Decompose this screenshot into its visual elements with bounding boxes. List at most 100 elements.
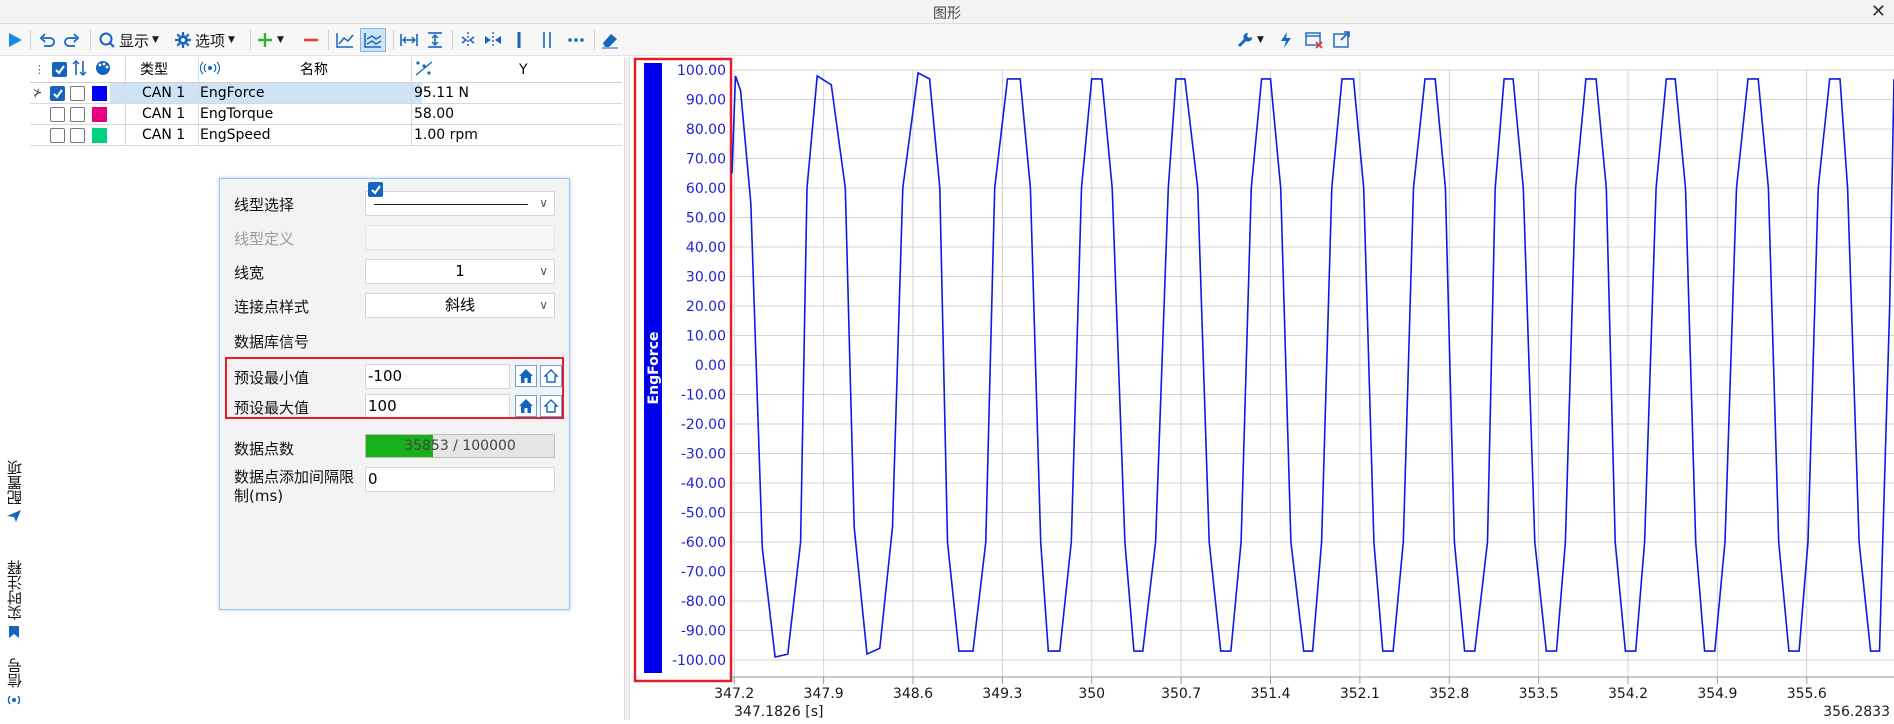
chevron-down-icon: ▼ bbox=[152, 35, 159, 45]
graph-area[interactable]: EngForce 100.00 90.00 80.00 70.00 60.00 50.00 4… bbox=[632, 57, 1894, 720]
x-tick-label: 354.2 bbox=[1608, 686, 1648, 702]
name-column-header[interactable]: 名称 bbox=[300, 57, 328, 83]
force-line-chart[interactable]: EngForce 100.00 90.00 80.00 70.00 60.00 50.00 4… bbox=[632, 57, 1894, 720]
x-tick-label: 349.3 bbox=[982, 686, 1022, 702]
x-tick-label: 352.1 bbox=[1340, 686, 1380, 702]
y-tick-label: -90.00 bbox=[681, 624, 726, 640]
db-signal-checkbox[interactable] bbox=[368, 182, 383, 197]
signal-secondary-checkbox[interactable] bbox=[70, 86, 85, 101]
options-menu-button[interactable]: 选项 ▼ bbox=[174, 28, 235, 52]
lightning-icon[interactable] bbox=[1278, 28, 1294, 52]
column-divider bbox=[411, 57, 412, 82]
column-divider bbox=[125, 104, 126, 124]
compare-icon[interactable] bbox=[483, 28, 503, 52]
remove-signal-button[interactable] bbox=[302, 28, 320, 52]
y-tick-label: -10.00 bbox=[681, 388, 726, 404]
signal-visible-checkbox[interactable] bbox=[50, 86, 65, 101]
palette-icon[interactable] bbox=[94, 57, 112, 83]
add-signal-button[interactable]: ▼ bbox=[256, 28, 284, 52]
toolbar-divider bbox=[594, 30, 595, 50]
cursor-line-icon[interactable] bbox=[514, 28, 524, 52]
y-column-header[interactable]: Y bbox=[519, 57, 528, 83]
toolbar-divider bbox=[30, 30, 31, 50]
connector-style-label: 连接点样式 bbox=[234, 298, 310, 316]
fit-vertical-icon[interactable] bbox=[425, 28, 445, 52]
x-tick-label: 350 bbox=[1078, 686, 1105, 702]
line-width-label: 线宽 bbox=[234, 264, 265, 282]
column-divider bbox=[125, 83, 126, 103]
line-type-select[interactable]: ∨ bbox=[365, 191, 555, 216]
redo-icon[interactable] bbox=[63, 28, 81, 52]
column-divider bbox=[198, 125, 199, 145]
side-tab-bar: 配置项 实时注释 信号 bbox=[0, 460, 28, 720]
eraser-icon[interactable] bbox=[600, 28, 620, 52]
connector-style-select[interactable]: 斜线 ∨ bbox=[365, 293, 555, 318]
pane-splitter[interactable] bbox=[624, 57, 630, 720]
options-menu-label: 选项 bbox=[195, 31, 226, 50]
chevron-down-icon: ∨ bbox=[539, 196, 548, 210]
signal-name: EngForce bbox=[200, 85, 265, 101]
sort-icon[interactable] bbox=[72, 57, 88, 83]
column-divider bbox=[411, 125, 412, 145]
chevron-down-icon: ▼ bbox=[228, 35, 235, 45]
select-all-checkbox[interactable] bbox=[52, 62, 67, 77]
signal-type: CAN 1 bbox=[142, 106, 186, 122]
tab-config[interactable]: 配置项 bbox=[2, 460, 26, 523]
signal-secondary-checkbox[interactable] bbox=[70, 107, 85, 122]
column-divider bbox=[125, 125, 126, 145]
scatter-icon bbox=[413, 57, 435, 83]
signal-color-swatch[interactable] bbox=[92, 107, 107, 122]
y-tick-label: 10.00 bbox=[686, 329, 726, 345]
gear-icon bbox=[175, 32, 191, 48]
chevron-down-icon: ∨ bbox=[539, 264, 548, 278]
line-width-select[interactable]: 1 ∨ bbox=[365, 259, 555, 284]
signal-visible-checkbox[interactable] bbox=[50, 107, 65, 122]
play-icon[interactable] bbox=[6, 28, 24, 52]
undo-icon[interactable] bbox=[38, 28, 56, 52]
signal-color-swatch[interactable] bbox=[92, 128, 107, 143]
signal-row[interactable]: CAN 1 EngSpeed 1.00 rpm bbox=[30, 125, 622, 146]
column-divider bbox=[198, 57, 199, 82]
grid-header: ⋮ 类型 名称 Y bbox=[30, 57, 622, 83]
signal-color-swatch[interactable] bbox=[92, 86, 107, 101]
display-menu-label: 显示 bbox=[119, 31, 150, 50]
signal-secondary-checkbox[interactable] bbox=[70, 128, 85, 143]
signal-grid: ⋮ 类型 名称 Y ⊁ CAN 1 EngForce 95.11 N CAN 1 EngT… bbox=[30, 57, 622, 146]
export-icon[interactable] bbox=[1332, 28, 1352, 52]
column-divider bbox=[125, 57, 126, 82]
tab-signals[interactable]: 信号 bbox=[2, 658, 26, 708]
close-icon[interactable]: ✕ bbox=[1871, 1, 1886, 22]
double-cursor-icon[interactable] bbox=[540, 28, 554, 52]
y-tick-label: -80.00 bbox=[681, 594, 726, 610]
toolbar: 显示 ▼ 选项 ▼ ▼ ▼ bbox=[0, 24, 1894, 56]
signal-row[interactable]: ⊁ CAN 1 EngForce 95.11 N bbox=[30, 83, 622, 104]
column-divider bbox=[198, 104, 199, 124]
signal-name: EngSpeed bbox=[200, 127, 271, 143]
signal-type: CAN 1 bbox=[142, 127, 186, 143]
toolbar-divider bbox=[250, 30, 251, 50]
chevron-down-icon: ▼ bbox=[277, 35, 284, 45]
tab-live-notes[interactable]: 实时注释 bbox=[2, 560, 26, 640]
signal-row[interactable]: CAN 1 EngTorque 58.00 bbox=[30, 104, 622, 125]
column-divider bbox=[411, 83, 412, 103]
display-menu-button[interactable]: 显示 ▼ bbox=[98, 28, 159, 52]
line-chart-icon[interactable] bbox=[335, 28, 355, 52]
toolbar-divider bbox=[452, 30, 453, 50]
multi-line-chart-icon[interactable] bbox=[360, 28, 386, 52]
connector-style-value: 斜线 bbox=[444, 296, 475, 314]
toolbar-divider bbox=[90, 30, 91, 50]
more-icon[interactable] bbox=[566, 28, 586, 52]
signal-visible-checkbox[interactable] bbox=[50, 128, 65, 143]
delete-window-icon[interactable] bbox=[1304, 28, 1324, 52]
data-points-text: 35853 / 100000 bbox=[404, 438, 516, 454]
cursor-cross-icon[interactable] bbox=[458, 28, 478, 52]
fit-horizontal-icon[interactable] bbox=[399, 28, 419, 52]
row-handle-icon: ⋮ bbox=[34, 63, 45, 76]
x-tick-label: 352.8 bbox=[1429, 686, 1469, 702]
data-points-label: 数据点数 bbox=[234, 440, 295, 458]
type-column-header[interactable]: 类型 bbox=[140, 57, 168, 83]
y-tick-label: -50.00 bbox=[681, 506, 726, 522]
line-type-label: 线型选择 bbox=[234, 196, 295, 214]
interval-input[interactable]: 0 bbox=[365, 467, 555, 492]
wrench-menu-button[interactable]: ▼ bbox=[1236, 28, 1264, 52]
